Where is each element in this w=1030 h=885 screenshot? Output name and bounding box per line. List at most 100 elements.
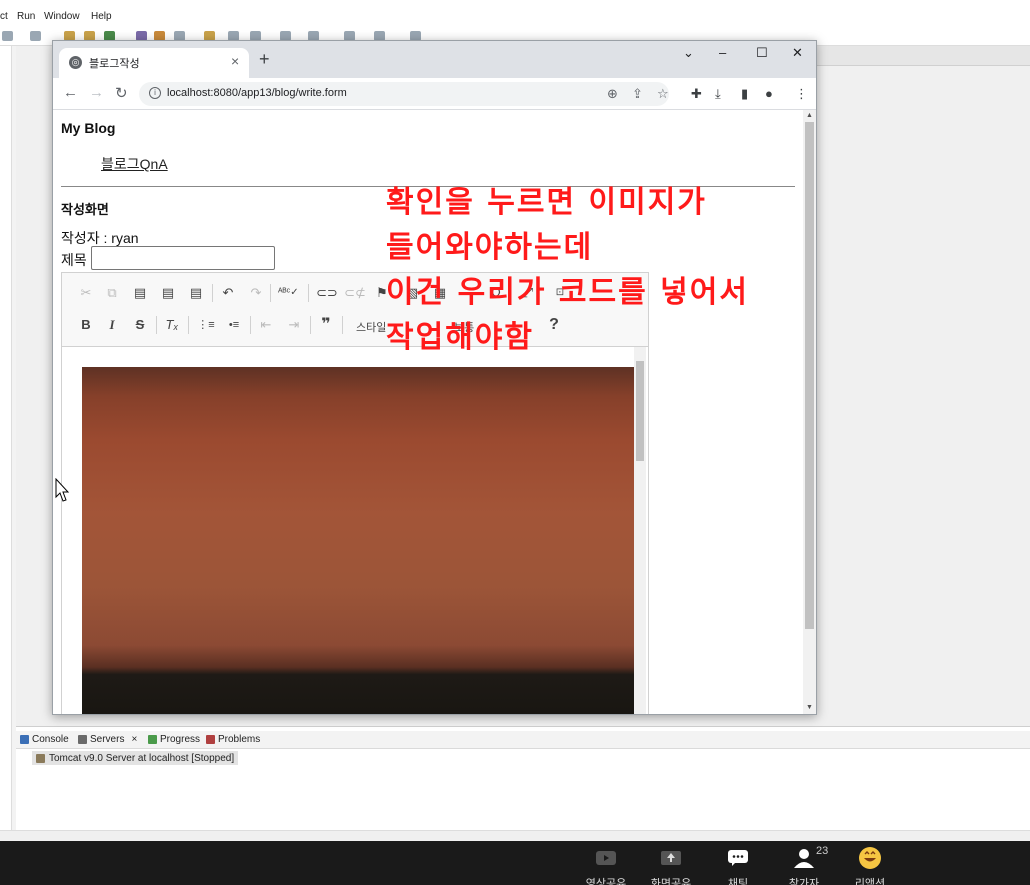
paste-word-icon[interactable]: ▤ [186,283,206,303]
scroll-up-arrow[interactable]: ▲ [806,112,813,119]
extensions-icon[interactable]: ✚ [691,86,702,102]
browser-window: ◎ 블로그작성 × + ⌄ – ☐ ✕ ← → ↻ i localhost:80… [52,40,817,715]
subject-label: 제목 [61,252,87,268]
participants-button[interactable]: 23 참가자 [774,845,834,885]
tab-problems[interactable]: Problems [206,734,260,745]
annotation-line: 작업해야함 [386,320,534,355]
strike-icon[interactable]: S [130,315,150,335]
toolbar-separator [156,316,157,334]
ide-statusbar [0,830,1030,841]
unlink-icon[interactable]: ⊂⊄ [344,283,366,303]
browser-toolbar: ← → ↻ i localhost:8080/app13/blog/write.… [53,78,816,110]
toolbar-separator [250,316,251,334]
side-panel-icon[interactable]: ▮ [741,86,748,102]
share-icon[interactable]: ⇪ [632,86,643,102]
desktop: ct Run Window Help Console Servers × Pro… [0,0,1030,885]
mouse-cursor-icon [55,478,70,502]
toolbar-icon[interactable] [30,31,41,41]
numbered-list-icon[interactable]: ⋮≡ [196,315,216,335]
close-window-button[interactable]: ✕ [792,45,803,61]
tab-console-label: Console [32,734,69,745]
annotation-overlay: 확인을 누르면 이미지가 들어와야하는데 이건 우리가 코드를 넣어서 작업해야… [386,180,906,360]
tab-close-icon[interactable]: × [231,53,239,69]
writer-label: 작성자 : ryan [61,230,139,246]
screen-share-button[interactable]: 화면공유 [641,849,701,885]
menu-item-help[interactable]: Help [91,11,112,22]
tab-title: 블로그작성 [89,58,140,70]
toolbar-separator [270,284,271,302]
minimize-button[interactable]: – [719,45,726,60]
ide-menubar: ct Run Window Help [0,8,1030,26]
maximize-button[interactable]: ☐ [756,45,768,61]
reload-icon[interactable]: ↻ [115,84,128,102]
menu-icon[interactable]: ⋮ [795,86,808,102]
link-icon[interactable]: ⊂⊃ [316,283,338,303]
section-title: 작성화면 [61,202,109,217]
ide-editor-tabstrip [816,46,1030,66]
ide-left-panel [0,46,12,830]
inserted-image[interactable] [82,367,636,714]
reaction-button[interactable]: 리액션 [840,847,900,885]
editor-body[interactable] [62,347,648,714]
menu-item-project[interactable]: ct [0,11,8,22]
reaction-icon [840,847,900,869]
toolbar-separator [310,316,311,334]
bottom-tabbar: Console Servers × Progress Problems [16,731,1030,749]
tab-problems-label: Problems [218,734,261,745]
cut-icon[interactable]: ✂ [76,283,96,303]
scroll-down-arrow[interactable]: ▼ [806,704,813,711]
qna-link[interactable]: 블로그QnA [101,154,168,174]
zoom-icon[interactable]: ⊕ [607,86,618,102]
italic-icon[interactable]: I [102,315,122,335]
server-entry[interactable]: Tomcat v9.0 Server at localhost [Stopped… [32,751,239,765]
copy-icon[interactable]: ⧉ [102,283,122,303]
toolbar-separator [342,316,343,334]
participants-icon: 23 [774,845,834,868]
undo-icon[interactable]: ↶ [218,283,238,303]
address-bar[interactable]: i localhost:8080/app13/blog/write.form ⊕… [139,82,669,106]
tab-console[interactable]: Console [20,734,69,745]
bookmark-star-icon[interactable]: ☆ [657,86,669,102]
new-tab-button[interactable]: + [259,49,270,70]
tab-search-icon[interactable]: ⌄ [683,45,694,61]
remove-format-icon[interactable]: Tₓ [162,315,182,335]
annotation-line: 이건 우리가 코드를 넣어서 [386,275,749,310]
paste-icon[interactable]: ▤ [130,283,150,303]
profile-icon[interactable]: ● [765,86,773,101]
toolbar-icon[interactable] [2,31,13,41]
toolbar-separator [308,284,309,302]
menu-item-window[interactable]: Window [44,11,80,22]
participants-label: 참가자 [788,878,820,885]
outdent-icon[interactable]: ⇤ [256,315,276,335]
site-info-icon[interactable]: i [149,87,161,99]
blockquote-icon[interactable]: ❞ [316,315,336,335]
server-entry-label: Tomcat v9.0 Server at localhost [Stopped… [49,752,235,764]
forward-icon[interactable]: → [89,84,104,101]
tab-progress[interactable]: Progress [148,734,200,745]
chat-button[interactable]: 채팅 [708,849,768,885]
redo-icon[interactable]: ↷ [246,283,266,303]
close-icon[interactable]: × [131,734,137,745]
video-share-icon [576,849,636,867]
bulleted-list-icon[interactable]: •≡ [224,315,244,335]
browser-tab[interactable]: ◎ 블로그작성 × [59,48,249,78]
spellcheck-icon[interactable]: ᴬᴮᶜ✓ [278,283,299,303]
back-icon[interactable]: ← [63,84,78,101]
style-select[interactable]: 스타일 [356,319,386,335]
meeting-toolbar: 영상공유 화면공유 채팅 23 참가자 리액션 [0,841,1030,885]
editor-scrollbar-thumb[interactable] [636,361,644,461]
annotation-line: 들어와야하는데 [386,230,594,265]
video-share-label: 영상공유 [585,878,627,885]
menu-item-run[interactable]: Run [17,11,35,22]
indent-icon[interactable]: ⇥ [284,315,304,335]
globe-icon: ◎ [69,56,82,69]
tab-servers[interactable]: Servers × [78,734,137,745]
bold-icon[interactable]: B [76,315,96,335]
editor-scrollbar[interactable] [634,347,646,714]
download-icon[interactable]: ⤓ [715,86,721,102]
browser-titlebar: ◎ 블로그작성 × + ⌄ – ☐ ✕ [53,41,816,78]
subject-input[interactable] [91,246,275,270]
paste-text-icon[interactable]: ▤ [158,283,178,303]
video-share-button[interactable]: 영상공유 [576,849,636,885]
url-text[interactable]: localhost:8080/app13/blog/write.form [167,87,347,99]
